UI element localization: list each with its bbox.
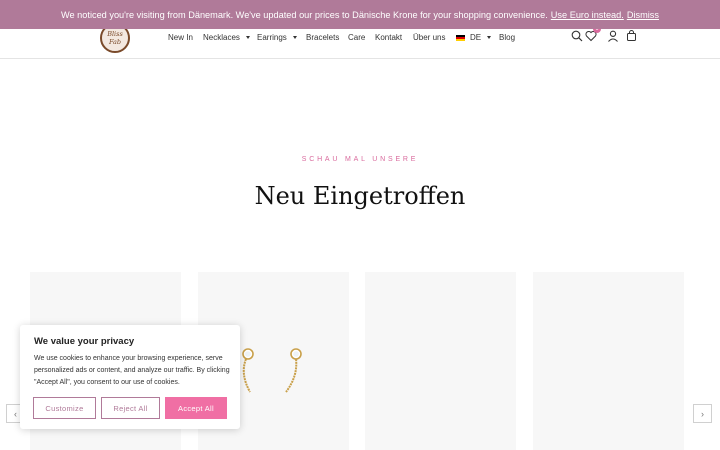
nav-item-new-in[interactable]: New In [168, 33, 193, 42]
cart-bag-icon[interactable] [626, 29, 640, 43]
cookie-heading: We value your privacy [34, 336, 135, 347]
cookie-consent-popup: We value your privacy We use cookies to … [20, 325, 240, 429]
nav-item-bracelets[interactable]: Bracelets [306, 33, 339, 42]
nav-item-earrings[interactable]: Earrings [257, 33, 297, 42]
customize-button[interactable]: Customize [33, 397, 96, 419]
chevron-left-icon: ‹ [14, 408, 17, 419]
chevron-down-icon [245, 36, 250, 39]
logo-line-1: Bliss [107, 30, 123, 38]
dismiss-link[interactable]: Dismiss [627, 10, 659, 20]
nav-item-kontakt[interactable]: Kontakt [375, 33, 402, 42]
account-user-icon[interactable] [607, 29, 621, 43]
product-card[interactable] [365, 272, 516, 450]
chevron-right-icon: › [701, 408, 704, 419]
section-eyebrow: SCHAU MAL UNSERE [301, 156, 419, 163]
carousel-next-button[interactable]: › [693, 404, 712, 423]
use-euro-link[interactable]: Use Euro instead. [551, 10, 624, 20]
site-header: Bliss Fab New In Necklaces Earrings Brac… [0, 23, 720, 59]
product-card[interactable] [533, 272, 684, 450]
german-flag-icon [456, 34, 465, 41]
wishlist-heart-icon[interactable]: 0 [585, 25, 601, 43]
section-title: Neu Eingetroffen [254, 182, 466, 210]
nav-item-ueber-uns[interactable]: Über uns [413, 33, 445, 42]
nav-item-blog[interactable]: Blog [499, 33, 515, 42]
cookie-body-text: We use cookies to enhance your browsing … [34, 355, 230, 386]
search-icon[interactable] [571, 29, 585, 43]
chevron-down-icon [487, 36, 492, 39]
earrings-product-image [242, 348, 302, 393]
chevron-down-icon [292, 36, 297, 39]
currency-notice-message: We noticed you're visiting from Dänemark… [61, 9, 548, 20]
nav-item-necklaces[interactable]: Necklaces [203, 33, 250, 42]
accept-all-button[interactable]: Accept All [165, 397, 227, 419]
currency-notice-bar: We noticed you're visiting from Dänemark… [0, 0, 720, 29]
reject-all-button[interactable]: Reject All [101, 397, 160, 419]
logo-line-2: Fab [108, 38, 122, 46]
language-switcher[interactable]: DE [456, 33, 492, 42]
nav-item-care[interactable]: Care [348, 33, 365, 42]
